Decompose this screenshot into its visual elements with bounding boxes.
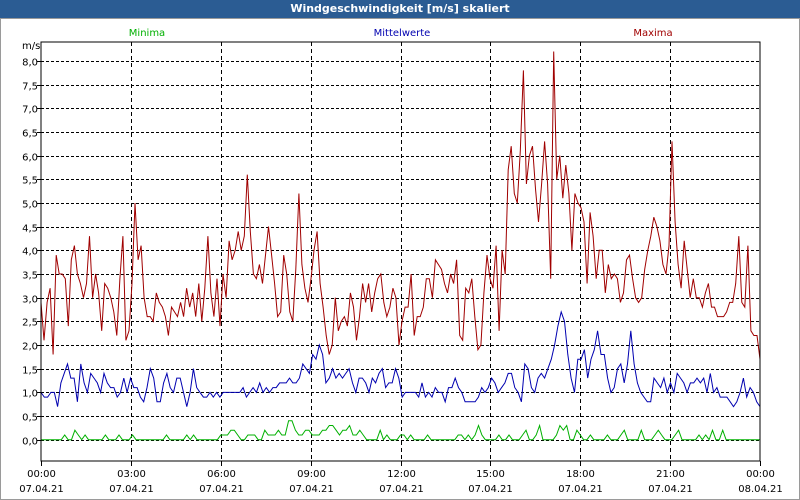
y-tick-label: 4,0: [22, 247, 38, 258]
y-tick-label: 2,5: [22, 318, 38, 329]
y-tick-label: 0,5: [22, 413, 38, 424]
x-tick-date: 08.04.21: [738, 484, 783, 495]
x-tick-date: 07.04.21: [19, 484, 64, 495]
x-tick-date: 07.04.21: [648, 484, 693, 495]
x-tick-date: 07.04.21: [558, 484, 603, 495]
series-line-maxima: [40, 51, 761, 360]
x-tick-date: 07.04.21: [379, 484, 424, 495]
y-tick-label: 3,0: [22, 295, 38, 306]
y-axis-label: m/s: [22, 41, 40, 52]
x-tick-time: 18:00: [566, 469, 595, 480]
x-tick-time: 06:00: [207, 469, 236, 480]
y-tick-label: 6,0: [22, 153, 38, 164]
x-tick-time: 09:00: [297, 469, 326, 480]
series-line-minima: [41, 420, 760, 441]
y-tick-label: 1,0: [22, 389, 38, 400]
x-tick-time: 03:00: [117, 469, 146, 480]
y-tick-label: 7,5: [22, 82, 38, 93]
x-tick-date: 07.04.21: [109, 484, 154, 495]
x-tick-time: 21:00: [656, 469, 685, 480]
x-tick-time: 00:00: [27, 469, 56, 480]
y-tick-label: 1,5: [22, 366, 38, 377]
legend-maxima: Maxima: [633, 28, 672, 39]
y-tick-label: 2,0: [22, 342, 38, 353]
y-tick-label: 3,5: [22, 271, 38, 282]
legend-mittelwerte: Mittelwerte: [374, 28, 431, 39]
x-tick-date: 07.04.21: [289, 484, 334, 495]
legend-minima: Minima: [129, 28, 165, 39]
x-tick-date: 07.04.21: [468, 484, 513, 495]
grid: [41, 42, 760, 461]
x-axis-ticks: 00:00 07.04.21 03:00 07.04.21 06:00 07.04.21 0…: [19, 461, 783, 495]
y-tick-label: 8,0: [22, 58, 38, 69]
y-tick-label: 5,5: [22, 176, 38, 187]
y-tick-label: 5,0: [22, 200, 38, 211]
plot-border: [40, 41, 761, 462]
wind-speed-chart: 0,0 0,5 1,0 1,5 2,0 2,5 3,0 3,5 4,0 4,5 5,0 5,5 6,0 6…: [19, 28, 783, 495]
y-tick-label: 4,5: [22, 224, 38, 235]
x-tick-time: 15:00: [476, 469, 505, 480]
y-axis-ticks: 0,0 0,5 1,0 1,5 2,0 2,5 3,0 3,5 4,0 4,5 5,0 5,5 6,0 6…: [22, 58, 41, 448]
y-tick-label: 7,0: [22, 105, 38, 116]
x-tick-date: 07.04.21: [199, 484, 244, 495]
y-tick-label: 6,5: [22, 129, 38, 140]
chart-frame: 0,0 0,5 1,0 1,5 2,0 2,5 3,0 3,5 4,0 4,5 5,0 5,5 6,0 6…: [0, 18, 800, 500]
x-tick-time: 00:00: [746, 469, 775, 480]
window-title: Windgeschwindigkeit [m/s] skaliert: [0, 0, 800, 18]
x-tick-time: 12:00: [387, 469, 416, 480]
y-tick-label: 0,0: [22, 437, 38, 448]
series-lines: [40, 51, 761, 441]
